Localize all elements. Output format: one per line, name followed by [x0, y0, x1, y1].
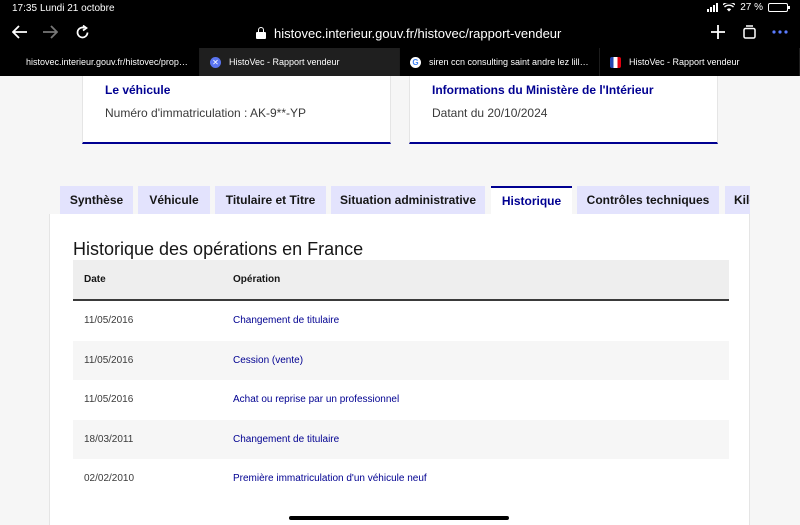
home-indicator[interactable] — [289, 516, 509, 520]
row-operation: Changement de titulaire — [233, 433, 340, 445]
row-operation: Cession (vente) — [233, 354, 304, 366]
registration-number: Numéro d'immatriculation : AK-9**-YP — [105, 106, 307, 120]
browser-tab-title: HistoVec - Rapport vendeur — [629, 57, 740, 67]
histovec-favicon-icon: ✕ — [210, 56, 221, 68]
table-row: 11/05/2016 Cession (vente) — [73, 340, 729, 380]
more-icon — [772, 30, 788, 34]
google-favicon-icon: G — [410, 56, 421, 68]
reload-icon — [76, 24, 88, 38]
table-row: 11/05/2016 Achat ou reprise par un profe… — [73, 380, 729, 420]
report-tabs: Synthèse Véhicule Titulaire et Titre Sit… — [60, 186, 750, 214]
lock-icon — [256, 27, 266, 39]
browser-tab-title: HistoVec - Rapport vendeur — [229, 57, 340, 67]
row-date: 18/03/2011 — [84, 433, 134, 445]
status-right: 27 % — [707, 2, 790, 13]
browser-tab-title: histovec.interieur.gouv.fr/histovec/prop… — [26, 57, 189, 67]
row-operation: Changement de titulaire — [233, 315, 340, 327]
browser-tab-2[interactable]: ✕ HistoVec - Rapport vendeur — [200, 48, 400, 76]
status-time: 17:35 — [12, 3, 38, 14]
tab-vehicule[interactable]: Véhicule — [138, 186, 210, 214]
forward-button[interactable] — [38, 20, 62, 44]
arrow-left-icon — [12, 25, 27, 39]
tabs-overview-button[interactable] — [737, 20, 761, 44]
table-row: 11/05/2016 Changement de titulaire — [73, 301, 729, 341]
column-operation: Opération — [233, 274, 281, 285]
wifi-icon — [723, 3, 736, 12]
tab-titulaire[interactable]: Titulaire et Titre — [215, 186, 326, 214]
row-date: 02/02/2010 — [84, 473, 135, 485]
address-bar[interactable]: histovec.interieur.gouv.fr/histovec/rapp… — [256, 24, 561, 42]
tab-kilometrage[interactable]: Kilo — [725, 186, 750, 214]
browser-tab-1[interactable]: histovec.interieur.gouv.fr/histovec/prop… — [0, 48, 200, 76]
status-date: Lundi 21 octobre — [40, 3, 115, 14]
marianne-favicon-icon — [610, 56, 621, 68]
battery-icon — [768, 3, 790, 12]
arrow-right-icon — [43, 25, 58, 39]
vehicle-card: Le véhicule Numéro d'immatriculation : A… — [82, 76, 391, 144]
tab-controles[interactable]: Contrôles techniques — [577, 186, 719, 214]
new-tab-button[interactable] — [706, 20, 730, 44]
tabs-icon — [742, 25, 756, 39]
ministry-card: Informations du Ministère de l'Intérieur… — [409, 76, 718, 144]
row-operation: Première immatriculation d'un véhicule n… — [233, 473, 427, 485]
column-date: Date — [84, 274, 106, 285]
plus-icon — [711, 25, 725, 39]
browser-toolbar: histovec.interieur.gouv.fr/histovec/rapp… — [0, 16, 800, 48]
more-button[interactable] — [768, 20, 792, 44]
row-date: 11/05/2016 — [84, 315, 134, 327]
page-content: Le véhicule Numéro d'immatriculation : A… — [0, 76, 800, 525]
history-table: Date Opération 11/05/2016 Changement de … — [73, 260, 729, 499]
browser-tab-title: siren ccn consulting saint andre lez lil… — [429, 57, 589, 67]
history-title: Historique des opérations en France — [73, 239, 364, 259]
row-date: 11/05/2016 — [84, 394, 134, 406]
row-operation: Achat ou reprise par un professionnel — [233, 394, 400, 406]
tab-situation[interactable]: Situation administrative — [331, 186, 485, 214]
browser-tab-bar: histovec.interieur.gouv.fr/histovec/prop… — [0, 48, 800, 76]
history-panel: Historique des opérations en France Date… — [49, 214, 750, 525]
battery-percent: 27 % — [740, 2, 763, 13]
vehicle-card-title: Le véhicule — [105, 83, 171, 97]
table-header: Date Opération — [73, 260, 729, 301]
browser-tab-3[interactable]: G siren ccn consulting saint andre lez l… — [400, 48, 600, 76]
report-date: Datant du 20/10/2024 — [432, 106, 548, 120]
tab-historique[interactable]: Historique — [491, 186, 572, 214]
reload-button[interactable] — [70, 20, 94, 44]
back-button[interactable] — [8, 20, 32, 44]
tab-synthese[interactable]: Synthèse — [60, 186, 133, 214]
row-date: 11/05/2016 — [84, 354, 134, 366]
browser-tab-4[interactable]: HistoVec - Rapport vendeur — [600, 48, 800, 76]
url-text: histovec.interieur.gouv.fr/histovec/rapp… — [274, 25, 562, 41]
ministry-card-title: Informations du Ministère de l'Intérieur — [432, 83, 654, 97]
status-bar: 17:35 Lundi 21 octobre 27 % — [0, 0, 800, 16]
table-row: 18/03/2011 Changement de titulaire — [73, 419, 729, 459]
signal-icon — [707, 3, 719, 12]
table-row: 02/02/2010 Première immatriculation d'un… — [73, 459, 729, 499]
